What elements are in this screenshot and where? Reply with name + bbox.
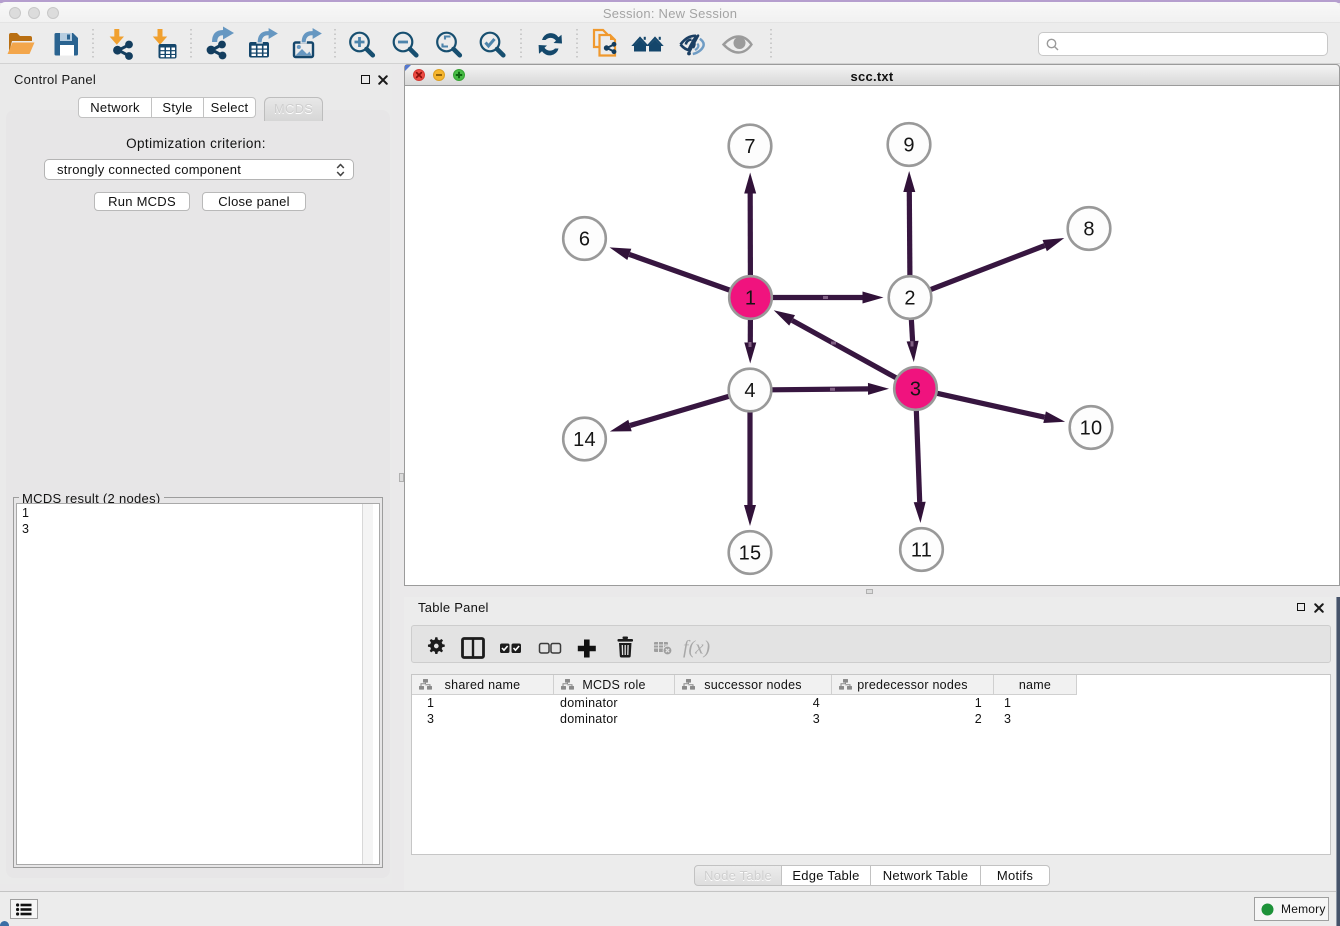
svg-text:14: 14	[573, 429, 596, 451]
svg-text:15: 15	[739, 543, 762, 565]
svg-text:7: 7	[744, 136, 755, 158]
svg-text:8: 8	[1083, 219, 1094, 241]
svg-text:11: 11	[911, 540, 932, 562]
svg-text:1: 1	[745, 288, 756, 310]
svg-text:2: 2	[904, 288, 915, 310]
svg-text:3: 3	[910, 379, 921, 401]
svg-text:6: 6	[579, 229, 590, 251]
svg-text:f(x): f(x)	[683, 638, 710, 659]
svg-text:10: 10	[1080, 418, 1103, 440]
svg-text:4: 4	[744, 380, 755, 402]
svg-text:9: 9	[903, 135, 914, 157]
